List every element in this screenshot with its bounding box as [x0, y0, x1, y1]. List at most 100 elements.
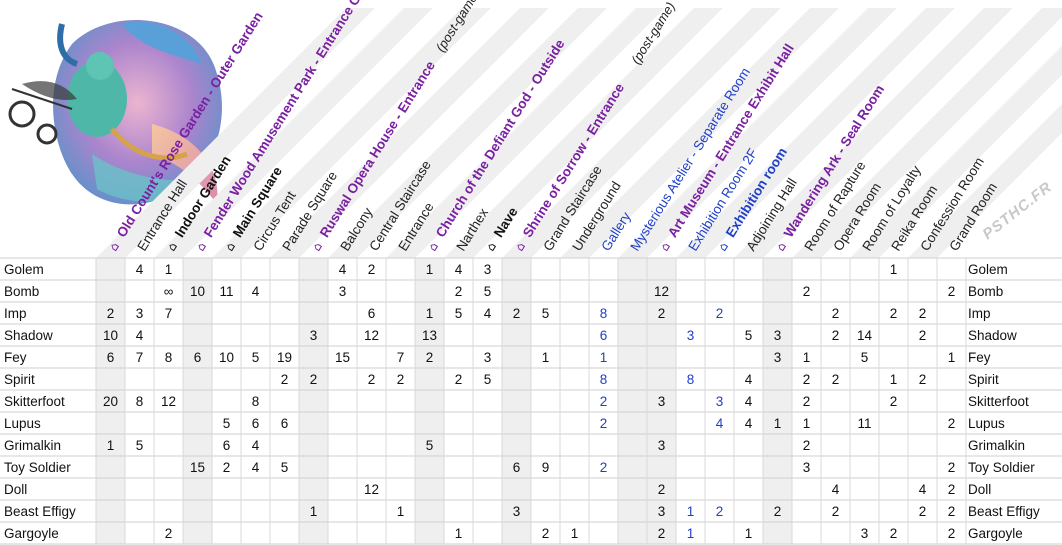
table-cell: 2: [803, 394, 811, 409]
table-cell: 5: [542, 306, 550, 321]
table-cell: 6: [368, 306, 376, 321]
table-cell: 2: [223, 460, 231, 475]
table-cell: 2: [948, 526, 956, 541]
column-shade: [415, 258, 444, 544]
row-label-left: Beast Effigy: [4, 504, 76, 519]
table-cell: 5: [252, 350, 260, 365]
row-label-right: Fey: [968, 350, 991, 365]
table-cell: 8: [165, 350, 173, 365]
table-cell: 2: [803, 284, 811, 299]
table-cell: 4: [252, 284, 260, 299]
table-cell: 2: [658, 482, 666, 497]
table-cell: 1: [107, 438, 115, 453]
row-label-right: Bomb: [968, 284, 1003, 299]
table-cell: 3: [658, 438, 666, 453]
row-label-left: Skitterfoot: [4, 394, 65, 409]
table-cell: 3: [339, 284, 347, 299]
row-label-right: Doll: [968, 482, 991, 497]
table-cell: 3: [803, 460, 811, 475]
table-cell: 2: [658, 306, 666, 321]
table-cell: 1: [774, 416, 782, 431]
table-cell: 1: [165, 262, 173, 277]
table-cell: 3: [774, 350, 782, 365]
table-cell: 4: [716, 416, 724, 431]
table-cell: 8: [600, 306, 608, 321]
table-cell: 8: [136, 394, 144, 409]
table-cell: 1: [803, 350, 811, 365]
row-label-right: Spirit: [968, 372, 999, 387]
table-cell: 4: [832, 482, 840, 497]
column-shade: [183, 258, 212, 544]
table-cell: 2: [600, 460, 608, 475]
row-label-left: Grimalkin: [4, 438, 61, 453]
row-label-left: Imp: [4, 306, 27, 321]
table-cell: 6: [194, 350, 202, 365]
table-cell: 2: [803, 438, 811, 453]
table-cell: 1: [890, 262, 898, 277]
table-cell: 12: [364, 328, 379, 343]
table-cell: 4: [136, 328, 144, 343]
table-cell: 1: [687, 504, 695, 519]
table-cell: 2: [165, 526, 173, 541]
location-icon: ⌂: [715, 240, 731, 254]
table-cell: 11: [219, 284, 233, 299]
table-cell: 2: [455, 372, 463, 387]
table-cell: 2: [281, 372, 289, 387]
row-label-right: Beast Effigy: [968, 504, 1040, 519]
table-cell: 1: [687, 526, 695, 541]
row-label-right: Shadow: [968, 328, 1017, 343]
table-cell: 5: [223, 416, 231, 431]
table-cell: 2: [948, 504, 956, 519]
row-label-right: Lupus: [968, 416, 1005, 431]
table-cell: 2: [832, 372, 840, 387]
location-icon: ⌂: [193, 240, 209, 254]
table-cell: 2: [426, 350, 434, 365]
table-grid: ⌂Old Count's Rose Garden - Outer GardenE…: [0, 0, 1062, 545]
row-label-right: Imp: [968, 306, 991, 321]
row-label-right: Gargoyle: [968, 526, 1023, 541]
row-label-left: Shadow: [4, 328, 53, 343]
table-cell: 4: [252, 460, 260, 475]
table-cell: 7: [136, 350, 144, 365]
enemy-location-table: ⌂ Old Count's Rose Garden - Outer Garden E…: [0, 0, 1062, 545]
table-cell: 10: [103, 328, 118, 343]
table-cell: 3: [658, 394, 666, 409]
table-cell: 6: [600, 328, 608, 343]
table-cell: 20: [103, 394, 118, 409]
table-cell: 2: [716, 504, 724, 519]
table-cell: 5: [426, 438, 434, 453]
table-cell: 11: [857, 416, 871, 431]
table-cell: 9: [542, 460, 550, 475]
table-cell: 2: [919, 328, 927, 343]
table-cell: 2: [832, 504, 840, 519]
table-cell: 6: [513, 460, 521, 475]
table-cell: 1: [803, 416, 811, 431]
column-shade: [618, 258, 647, 544]
table-cell: 19: [277, 350, 292, 365]
row-label-left: Spirit: [4, 372, 35, 387]
table-cell: 4: [919, 482, 927, 497]
table-cell: 12: [364, 482, 379, 497]
row-label-left: Doll: [4, 482, 27, 497]
table-cell: 1: [571, 526, 579, 541]
table-cell: 5: [136, 438, 144, 453]
column-shade: [299, 258, 328, 544]
table-cell: 15: [335, 350, 350, 365]
table-cell: 3: [310, 328, 318, 343]
table-cell: 7: [397, 350, 405, 365]
table-cell: 2: [658, 526, 666, 541]
table-cell: 4: [745, 416, 753, 431]
table-cell: 2: [716, 306, 724, 321]
table-cell: 5: [745, 328, 753, 343]
column-shade: [502, 258, 531, 544]
table-cell: 2: [513, 306, 521, 321]
table-cell: 5: [281, 460, 289, 475]
table-cell: 6: [252, 416, 260, 431]
table-cell: 4: [745, 394, 753, 409]
table-cell: 14: [857, 328, 873, 343]
table-cell: 1: [948, 350, 956, 365]
table-cell: 2: [107, 306, 115, 321]
table-cell: 7: [165, 306, 173, 321]
table-cell: 10: [219, 350, 234, 365]
location-icon: ⌂: [657, 240, 673, 254]
